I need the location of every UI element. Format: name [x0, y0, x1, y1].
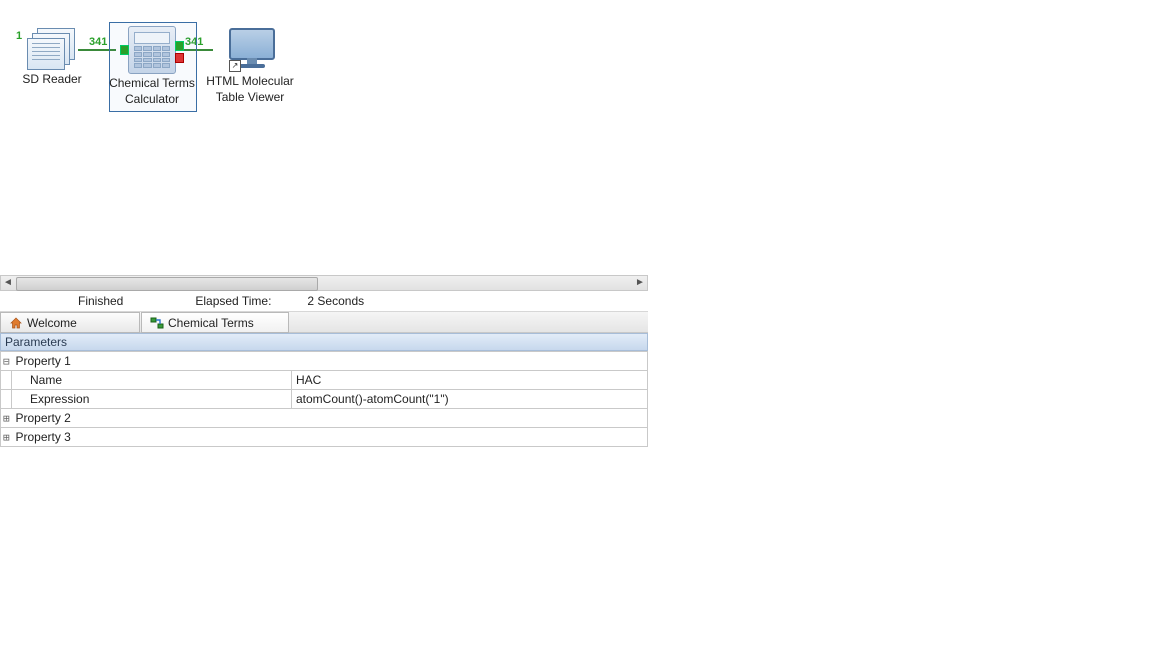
tab-label: Chemical Terms	[168, 316, 254, 330]
property-group-label: Property 1	[12, 352, 648, 371]
elapsed-label: Elapsed Time:	[189, 294, 277, 308]
table-row[interactable]: ⊟ Property 1	[1, 352, 648, 371]
tree-expand-icon[interactable]: ⊞	[1, 428, 12, 447]
calculator-icon	[128, 26, 176, 74]
tab-label: Welcome	[27, 316, 77, 330]
tab-chemical-terms[interactable]: Chemical Terms	[141, 312, 289, 333]
output-port[interactable]	[175, 41, 184, 51]
node-label: SD Reader	[7, 72, 97, 86]
scroll-right-arrow-icon[interactable]: ►	[633, 276, 647, 290]
input-port[interactable]	[120, 45, 129, 55]
table-row[interactable]: Expression atomCount()-atomCount("1")	[1, 390, 648, 409]
workflow-canvas[interactable]: 1 341 341 SD Reader Chemical Terms Calcu…	[0, 0, 648, 275]
tree-collapse-icon[interactable]: ⊟	[1, 352, 12, 371]
elapsed-value: 2 Seconds	[301, 294, 370, 308]
status-bar: Finished Elapsed Time: 2 Seconds	[0, 291, 648, 312]
scroll-left-arrow-icon[interactable]: ◄	[1, 276, 15, 290]
node-label: Chemical Terms	[107, 76, 197, 90]
home-icon	[9, 316, 23, 330]
param-value[interactable]: atomCount()-atomCount("1")	[292, 390, 648, 409]
node-sd-reader[interactable]: SD Reader	[7, 28, 97, 86]
workflow-icon	[150, 316, 164, 330]
node-label: Calculator	[107, 92, 197, 106]
table-row[interactable]: ⊞ Property 2	[1, 409, 648, 428]
tab-welcome[interactable]: Welcome	[0, 312, 140, 333]
param-key: Expression	[12, 390, 292, 409]
property-group-label: Property 2	[12, 409, 648, 428]
scroll-thumb[interactable]	[16, 277, 318, 291]
param-key: Name	[12, 371, 292, 390]
table-row[interactable]: Name HAC	[1, 371, 648, 390]
node-html-viewer[interactable]: ↗ HTML Molecular Table Viewer	[205, 26, 295, 104]
node-label: Table Viewer	[205, 90, 295, 104]
shortcut-overlay-icon: ↗	[229, 60, 241, 72]
param-value[interactable]: HAC	[292, 371, 648, 390]
table-row[interactable]: ⊞ Property 3	[1, 428, 648, 447]
node-label: HTML Molecular	[205, 74, 295, 88]
parameters-table: ⊟ Property 1 Name HAC Expression atomCou…	[0, 351, 648, 447]
monitor-icon: ↗	[225, 26, 275, 72]
node-chem-terms-calculator[interactable]: Chemical Terms Calculator	[107, 26, 197, 106]
tab-bar: Welcome Chemical Terms	[0, 312, 648, 333]
status-state: Finished	[72, 294, 129, 308]
property-group-label: Property 3	[12, 428, 648, 447]
canvas-hscrollbar[interactable]: ◄ ►	[0, 275, 648, 291]
document-stack-icon	[27, 28, 77, 70]
tree-expand-icon[interactable]: ⊞	[1, 409, 12, 428]
parameters-header: Parameters	[0, 333, 648, 351]
error-port[interactable]	[175, 53, 184, 63]
